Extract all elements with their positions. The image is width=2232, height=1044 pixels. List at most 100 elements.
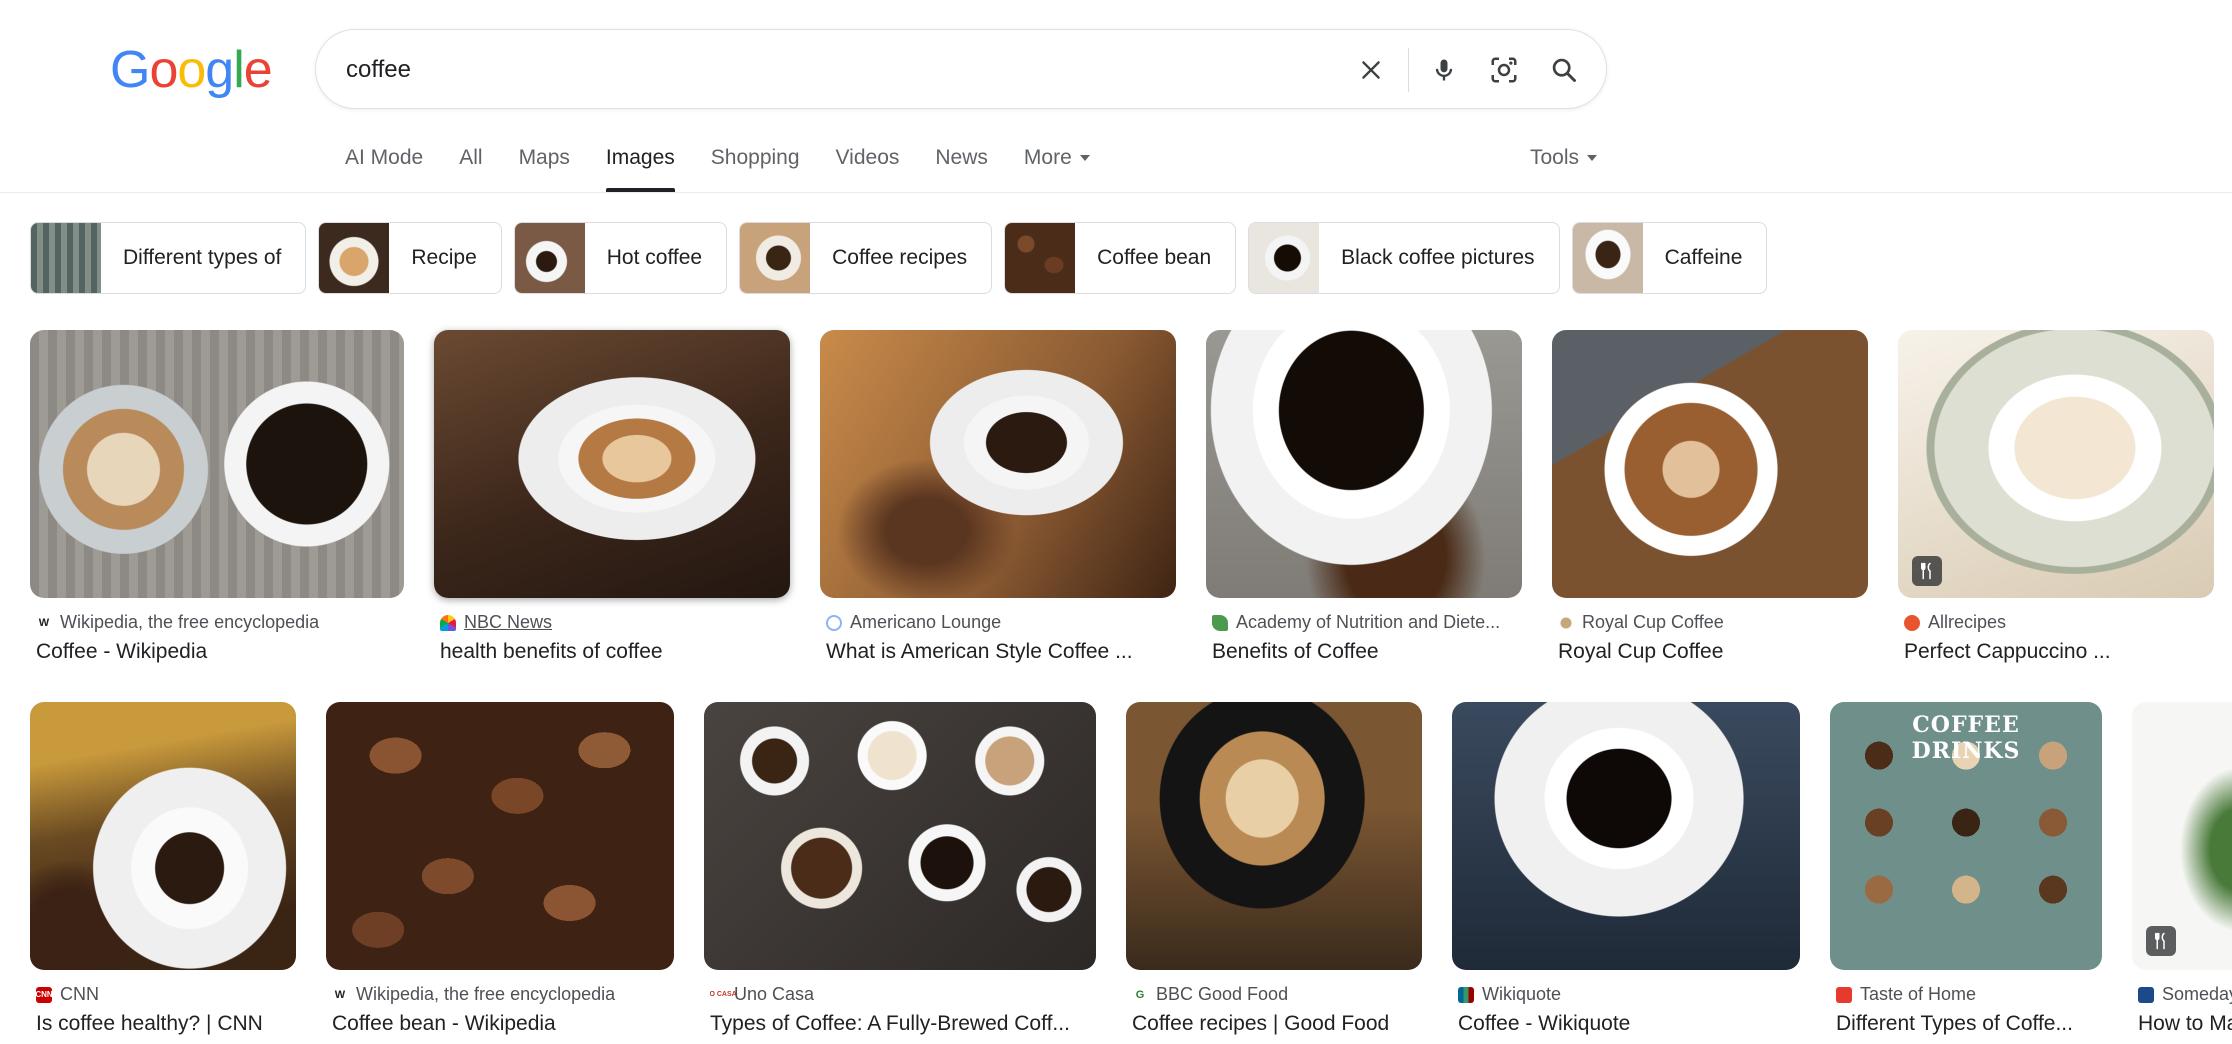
result-source-label: Allrecipes [1928,612,2007,632]
result-source-label: Taste of Home [1860,984,1977,1004]
result-image: COFFEE DRINKS [1830,702,2102,970]
image-result[interactable]: Academy of Nutrition and Diete... Benefi… [1206,330,1522,670]
americano-lounge-icon [826,614,842,631]
search-box [315,29,1607,109]
chip-thumbnail [1249,223,1320,293]
chip-caffeine[interactable]: Caffeine [1571,222,1768,294]
result-image [1206,330,1522,598]
result-image [1898,330,2214,598]
search-icon[interactable] [1544,50,1584,90]
image-result[interactable]: W Wikipedia, the free encyclopedia Coffee… [326,702,674,1044]
result-source: Wikiquote [1458,984,1802,1005]
result-title: How to Ma [2138,1012,2232,1035]
chip-thumbnail [514,223,585,293]
tab-news[interactable]: News [935,146,988,192]
tools-label: Tools [1530,146,1580,169]
result-source: Someday [2138,984,2232,1005]
result-source-label: Wikipedia, the free encyclopedia [356,984,616,1004]
tab-all[interactable]: All [459,146,482,192]
recipe-utensils-icon [2146,926,2176,956]
tools-button[interactable]: Tools [1530,146,1598,170]
google-logo[interactable]: Google [110,40,273,100]
chip-coffee-recipes[interactable]: Coffee recipes [739,222,993,294]
chip-label: Hot coffee [606,246,703,269]
result-source: Academy of Nutrition and Diete... [1212,612,1524,633]
result-image [2132,702,2232,970]
image-result[interactable]: G BBC Good Food Coffee recipes | Good Foo… [1126,702,1422,1044]
tab-more[interactable]: More [1024,146,1090,192]
chip-label: Caffeine [1664,246,1743,269]
search-divider [1408,48,1409,92]
wikiquote-icon [1458,986,1474,1003]
chevron-down-icon [1079,155,1090,162]
chip-label: Coffee bean [1097,246,1212,269]
image-result[interactable]: Wikiquote Coffee - Wikiquote [1452,702,1800,1044]
result-title: Coffee - Wikipedia [36,640,208,663]
taste-of-home-icon [1836,986,1852,1003]
result-title: Coffee recipes | Good Food [1132,1012,1390,1035]
related-chips: Different types of Recipe Hot coffee Cof… [30,222,1779,294]
chip-black-coffee-pictures[interactable]: Black coffee pictures [1248,222,1560,294]
result-title: Benefits of Coffee [1212,640,1379,663]
result-image [1452,702,1800,970]
camera-lens-icon[interactable] [1484,50,1524,90]
image-result[interactable]: Someday How to Ma [2132,702,2232,1044]
result-source: NBC News [440,612,792,633]
search-tabs: AI Mode All Maps Images Shopping Videos … [345,146,1126,192]
chip-different-types[interactable]: Different types of [30,222,307,294]
chip-thumbnail [31,223,101,293]
result-source-label: Uno Casa [734,984,815,1004]
image-result[interactable]: Americano Lounge What is American Style … [820,330,1176,670]
tab-maps[interactable]: Maps [519,146,570,192]
image-result[interactable]: CNN CNN Is coffee healthy? | CNN [30,702,296,1044]
result-source: Taste of Home [1836,984,2104,1005]
tab-images[interactable]: Images [605,146,675,192]
result-source-label: Wikipedia, the free encyclopedia [60,612,320,632]
result-source-label: Americano Lounge [850,612,1002,632]
image-result[interactable]: UNO CASAUno Casa Types of Coffee: A Full… [704,702,1096,1044]
chip-thumbnail [319,223,390,293]
chip-hot-coffee[interactable]: Hot coffee [513,222,728,294]
chip-coffee-bean[interactable]: Coffee bean [1004,222,1237,294]
chip-thumbnail [1572,223,1643,293]
image-result[interactable]: W Wikipedia, the free encyclopedia Coffee… [30,330,404,670]
chip-label: Black coffee pictures [1341,246,1535,269]
result-title: What is American Style Coffee ... [826,640,1133,663]
clear-icon[interactable] [1351,50,1391,90]
result-title: Is coffee healthy? | CNN [36,1012,263,1035]
header-divider [0,192,2232,193]
tab-ai-mode[interactable]: AI Mode [345,146,423,192]
bbc-good-food-icon: G [1135,988,1145,1001]
image-result[interactable]: COFFEE DRINKS Taste of Home Different Ty… [1830,702,2102,1044]
royal-cup-icon [1558,614,1574,631]
result-title: health benefits of coffee [440,640,663,663]
result-source: W Wikipedia, the free encyclopedia [36,612,406,633]
result-title: Different Types of Coffe... [1836,1012,2073,1035]
tab-shopping[interactable]: Shopping [711,146,800,192]
result-title: Types of Coffee: A Fully-Brewed Coff... [710,1012,1070,1035]
result-source: Royal Cup Coffee [1558,612,1870,633]
result-source-label: BBC Good Food [1156,984,1289,1004]
wikipedia-icon: W [334,988,346,1001]
cnn-icon: CNN [36,986,53,1003]
result-image [434,330,790,598]
result-image [30,330,404,598]
result-source: Americano Lounge [826,612,1178,633]
result-source-label: CNN [60,984,99,1004]
uno-casa-icon: UNO CASA [710,991,737,998]
image-result[interactable]: Allrecipes Perfect Cappuccino ... [1898,330,2214,670]
chip-recipe[interactable]: Recipe [318,222,502,294]
image-result[interactable]: NBC News health benefits of coffee [434,330,790,670]
chip-label: Coffee recipes [832,246,968,269]
result-title: Perfect Cappuccino ... [1904,640,2111,663]
chevron-down-icon [1587,155,1598,162]
image-result[interactable]: Royal Cup Coffee Royal Cup Coffee [1552,330,1868,670]
search-input[interactable] [346,48,1326,92]
tab-videos[interactable]: Videos [836,146,900,192]
result-source-label: Royal Cup Coffee [1582,612,1724,632]
nbc-peacock-icon [440,614,456,631]
microphone-icon[interactable] [1424,50,1464,90]
result-title: Coffee bean - Wikipedia [332,1012,556,1035]
result-image [30,702,296,970]
eatright-icon [1212,614,1228,631]
